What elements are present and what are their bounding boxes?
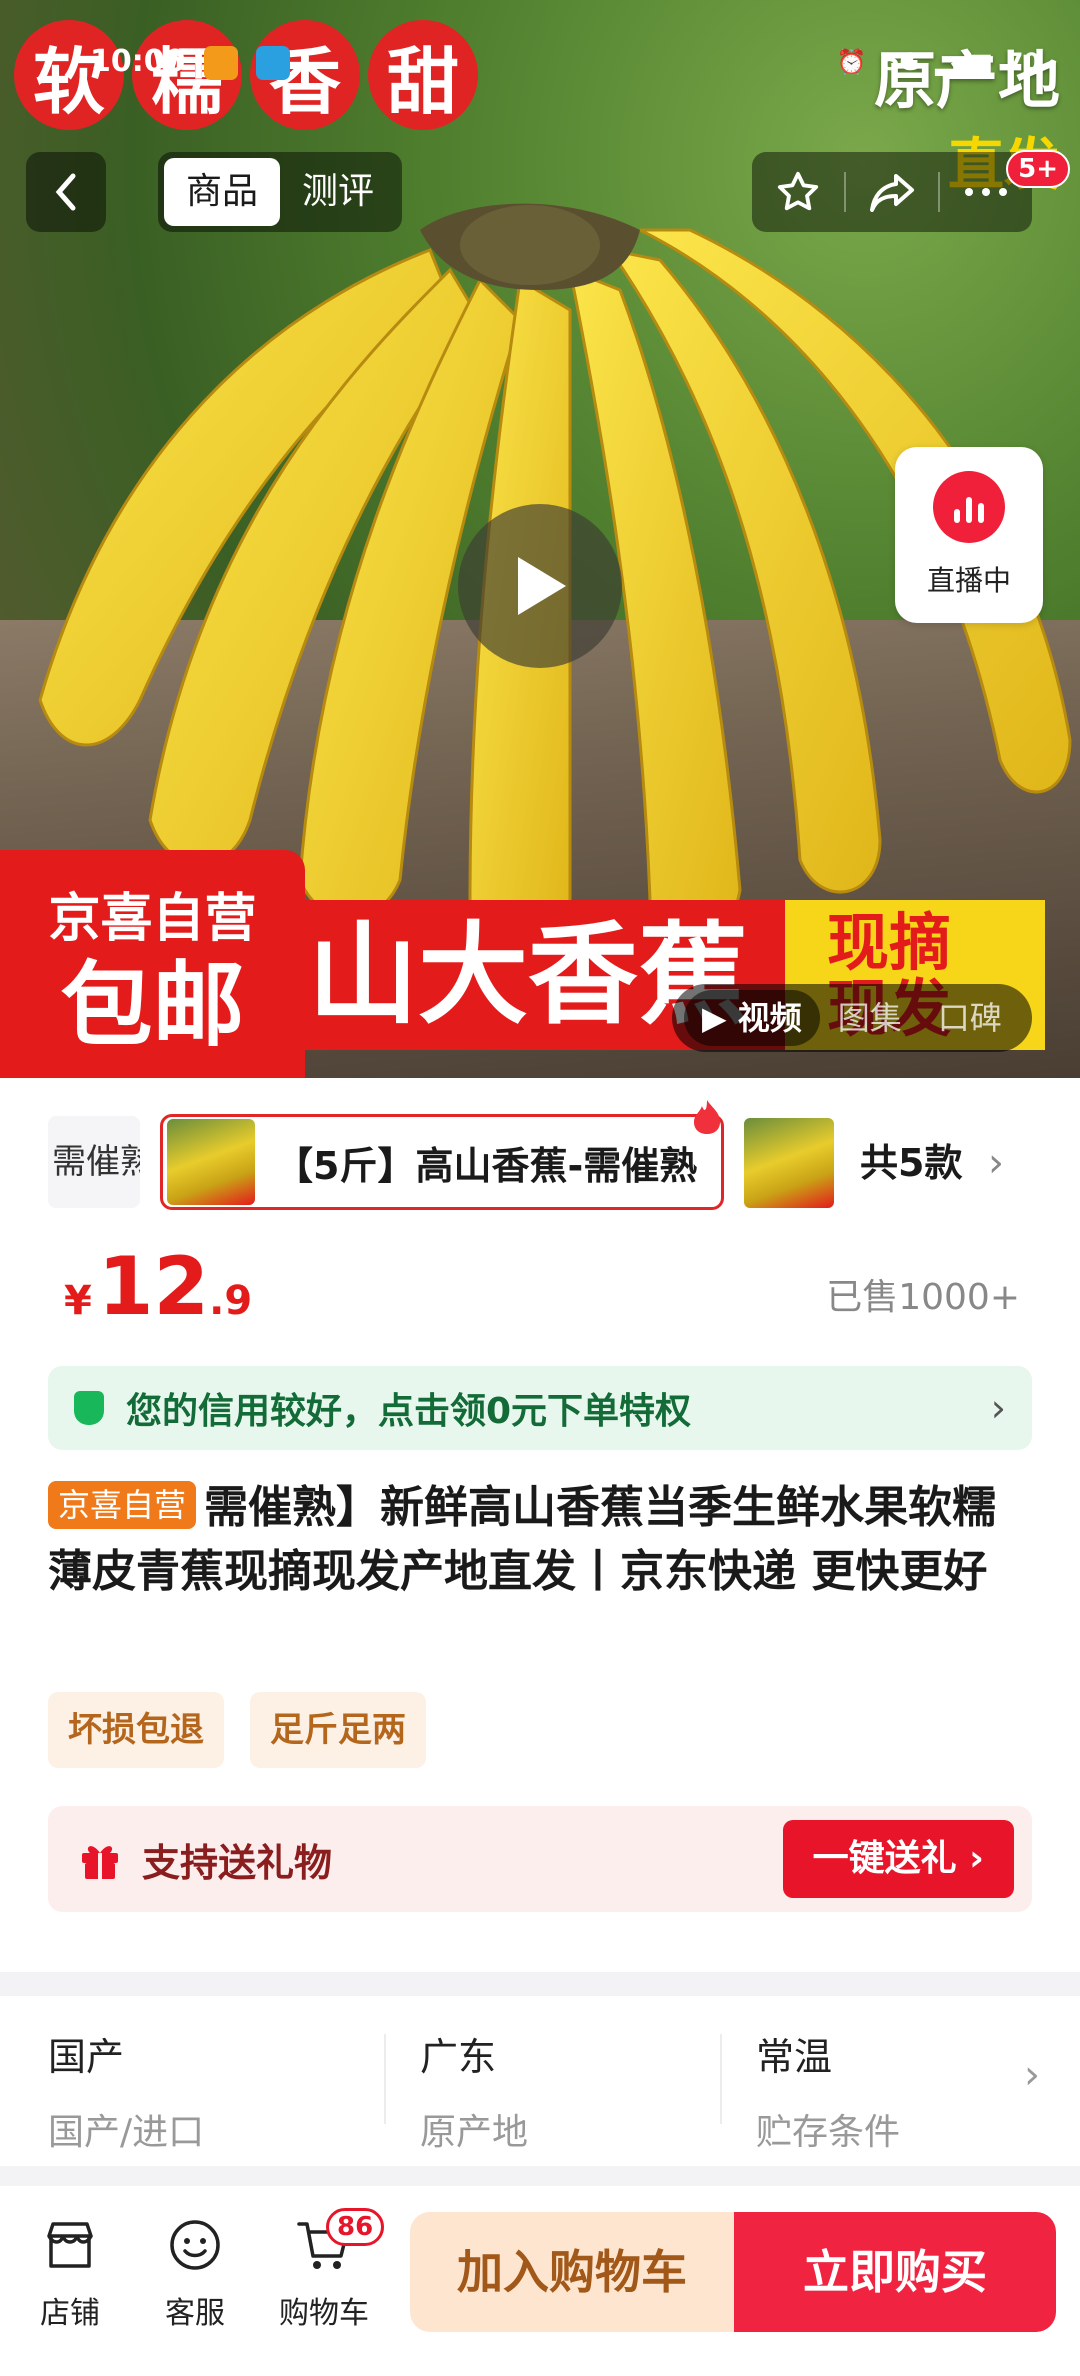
play-video-button[interactable] — [458, 504, 622, 668]
status-bar: 10:00 ⏰ 5G ▂▄▆ 70 — [0, 32, 1080, 92]
media-tab-gallery[interactable]: 图集 — [820, 990, 920, 1046]
page-tab-switch: 商品 测评 — [158, 152, 403, 232]
section-divider — [0, 1972, 1080, 1996]
sku-option-next[interactable] — [744, 1118, 834, 1208]
share-icon — [870, 174, 914, 212]
section-divider — [0, 2166, 1080, 2186]
credit-banner-text: 您的信用较好，点击领0元下单特权 — [126, 1391, 692, 1432]
spec-storage: 常温 贮存条件 — [720, 1996, 1056, 2166]
product-page: 软 糯 香 甜 原产地 直发 10:00 ⏰ 5G ▂▄▆ 70 商品 测评 5… — [0, 0, 1080, 2376]
media-tab-video[interactable]: ▶ 视频 — [684, 990, 820, 1046]
alarm-icon: ⏰ — [836, 48, 867, 76]
spec-origin-type: 国产 国产/进口 — [48, 2035, 205, 2153]
gift-icon — [82, 1846, 118, 1879]
status-time: 10:00 — [90, 44, 186, 80]
share-button[interactable] — [846, 152, 938, 232]
price-integer: 12 — [97, 1240, 210, 1333]
tab-product[interactable]: 商品 — [164, 158, 281, 226]
gift-banner: 支持送礼物 一键送礼 › — [48, 1806, 1032, 1912]
battery-level: 70 — [1006, 48, 1040, 76]
chevron-right-icon: › — [990, 1386, 1006, 1430]
live-icon — [933, 471, 1005, 543]
badge-damage-refund[interactable]: 坏损包退 — [48, 1692, 224, 1768]
favorite-button[interactable] — [752, 152, 844, 232]
sku-total[interactable]: 共5款 — [860, 1118, 962, 1208]
price-decimal: .9 — [209, 1278, 253, 1324]
add-to-cart-button[interactable]: 加入购物车 — [410, 2212, 734, 2332]
chevron-left-icon — [55, 173, 76, 211]
bottom-action-bar: 店铺 客服 购物车 86 加入购物车 立即购买 — [0, 2186, 1080, 2376]
play-icon — [518, 557, 566, 615]
store-button[interactable]: 店铺 — [20, 2216, 120, 2332]
product-specs[interactable]: 国产 国产/进口 广东 原产地 常温 贮存条件 — [0, 1996, 1080, 2166]
live-label: 直播中 — [926, 564, 1011, 597]
back-button[interactable] — [26, 152, 106, 232]
price: ¥ 12 .9 — [64, 1240, 252, 1333]
hot-fire-icon — [694, 1100, 720, 1134]
sku-option-selected[interactable]: 【5斤】高山香蕉-需催熟 — [160, 1114, 724, 1210]
service-badges: 坏损包退 足斤足两 — [48, 1692, 426, 1768]
chevron-right-icon[interactable]: › — [988, 1118, 1004, 1208]
chevron-right-icon[interactable]: › — [1024, 2052, 1040, 2098]
more-icon — [965, 188, 1007, 196]
shield-icon — [74, 1391, 104, 1425]
self-operated-tag: 京喜自营 — [48, 1481, 197, 1529]
sku-selector: 需催熟 【5斤】高山香蕉-需催熟 共5款 › — [0, 1098, 1080, 1228]
app-notification-icon — [203, 45, 238, 80]
sku-option-prev[interactable]: 需催熟 — [48, 1116, 140, 1208]
badge-full-weight[interactable]: 足斤足两 — [250, 1692, 426, 1768]
star-icon — [777, 171, 819, 211]
telegram-icon — [256, 45, 291, 80]
credit-privilege-banner[interactable]: 您的信用较好，点击领0元下单特权 › — [48, 1366, 1032, 1450]
product-title: 京喜自营 需催熟】新鲜高山香蕉当季生鲜水果软糯薄皮青蕉现摘现发产地直发丨京东快递 … — [48, 1476, 1032, 1604]
media-tabs: ▶ 视频 图集 口碑 — [672, 984, 1032, 1052]
smiley-chat-icon — [170, 2220, 220, 2270]
notification-badge: 5+ — [1006, 150, 1070, 188]
media-tab-reviews[interactable]: 口碑 — [920, 990, 1020, 1046]
buy-now-button[interactable]: 立即购买 — [734, 2212, 1056, 2332]
price-currency: ¥ — [64, 1278, 92, 1324]
live-stream-button[interactable]: 直播中 — [895, 447, 1043, 623]
sku-option-label: 【5斤】高山香蕉-需催熟 — [275, 1143, 698, 1188]
spec-origin-region: 广东 原产地 — [384, 1996, 720, 2166]
customer-service-button[interactable]: 客服 — [145, 2216, 245, 2332]
tab-review[interactable]: 测评 — [280, 158, 396, 226]
sku-thumbnail — [167, 1119, 255, 1205]
top-action-group — [752, 152, 1032, 232]
cart-count-badge: 86 — [326, 2208, 385, 2246]
promo-badge: 京喜自营 包邮 — [0, 850, 305, 1078]
signal-icon: ▂▄▆ — [935, 48, 991, 76]
store-icon — [47, 2222, 93, 2268]
network-indicator: 5G — [882, 48, 920, 76]
sold-count: 已售1000+ — [826, 1277, 1020, 1318]
gift-text: 支持送礼物 — [142, 1840, 333, 1885]
product-hero-image[interactable]: 软 糯 香 甜 原产地 直发 10:00 ⏰ 5G ▂▄▆ 70 商品 测评 5… — [0, 0, 1080, 1078]
send-gift-button[interactable]: 一键送礼 › — [782, 1820, 1014, 1898]
